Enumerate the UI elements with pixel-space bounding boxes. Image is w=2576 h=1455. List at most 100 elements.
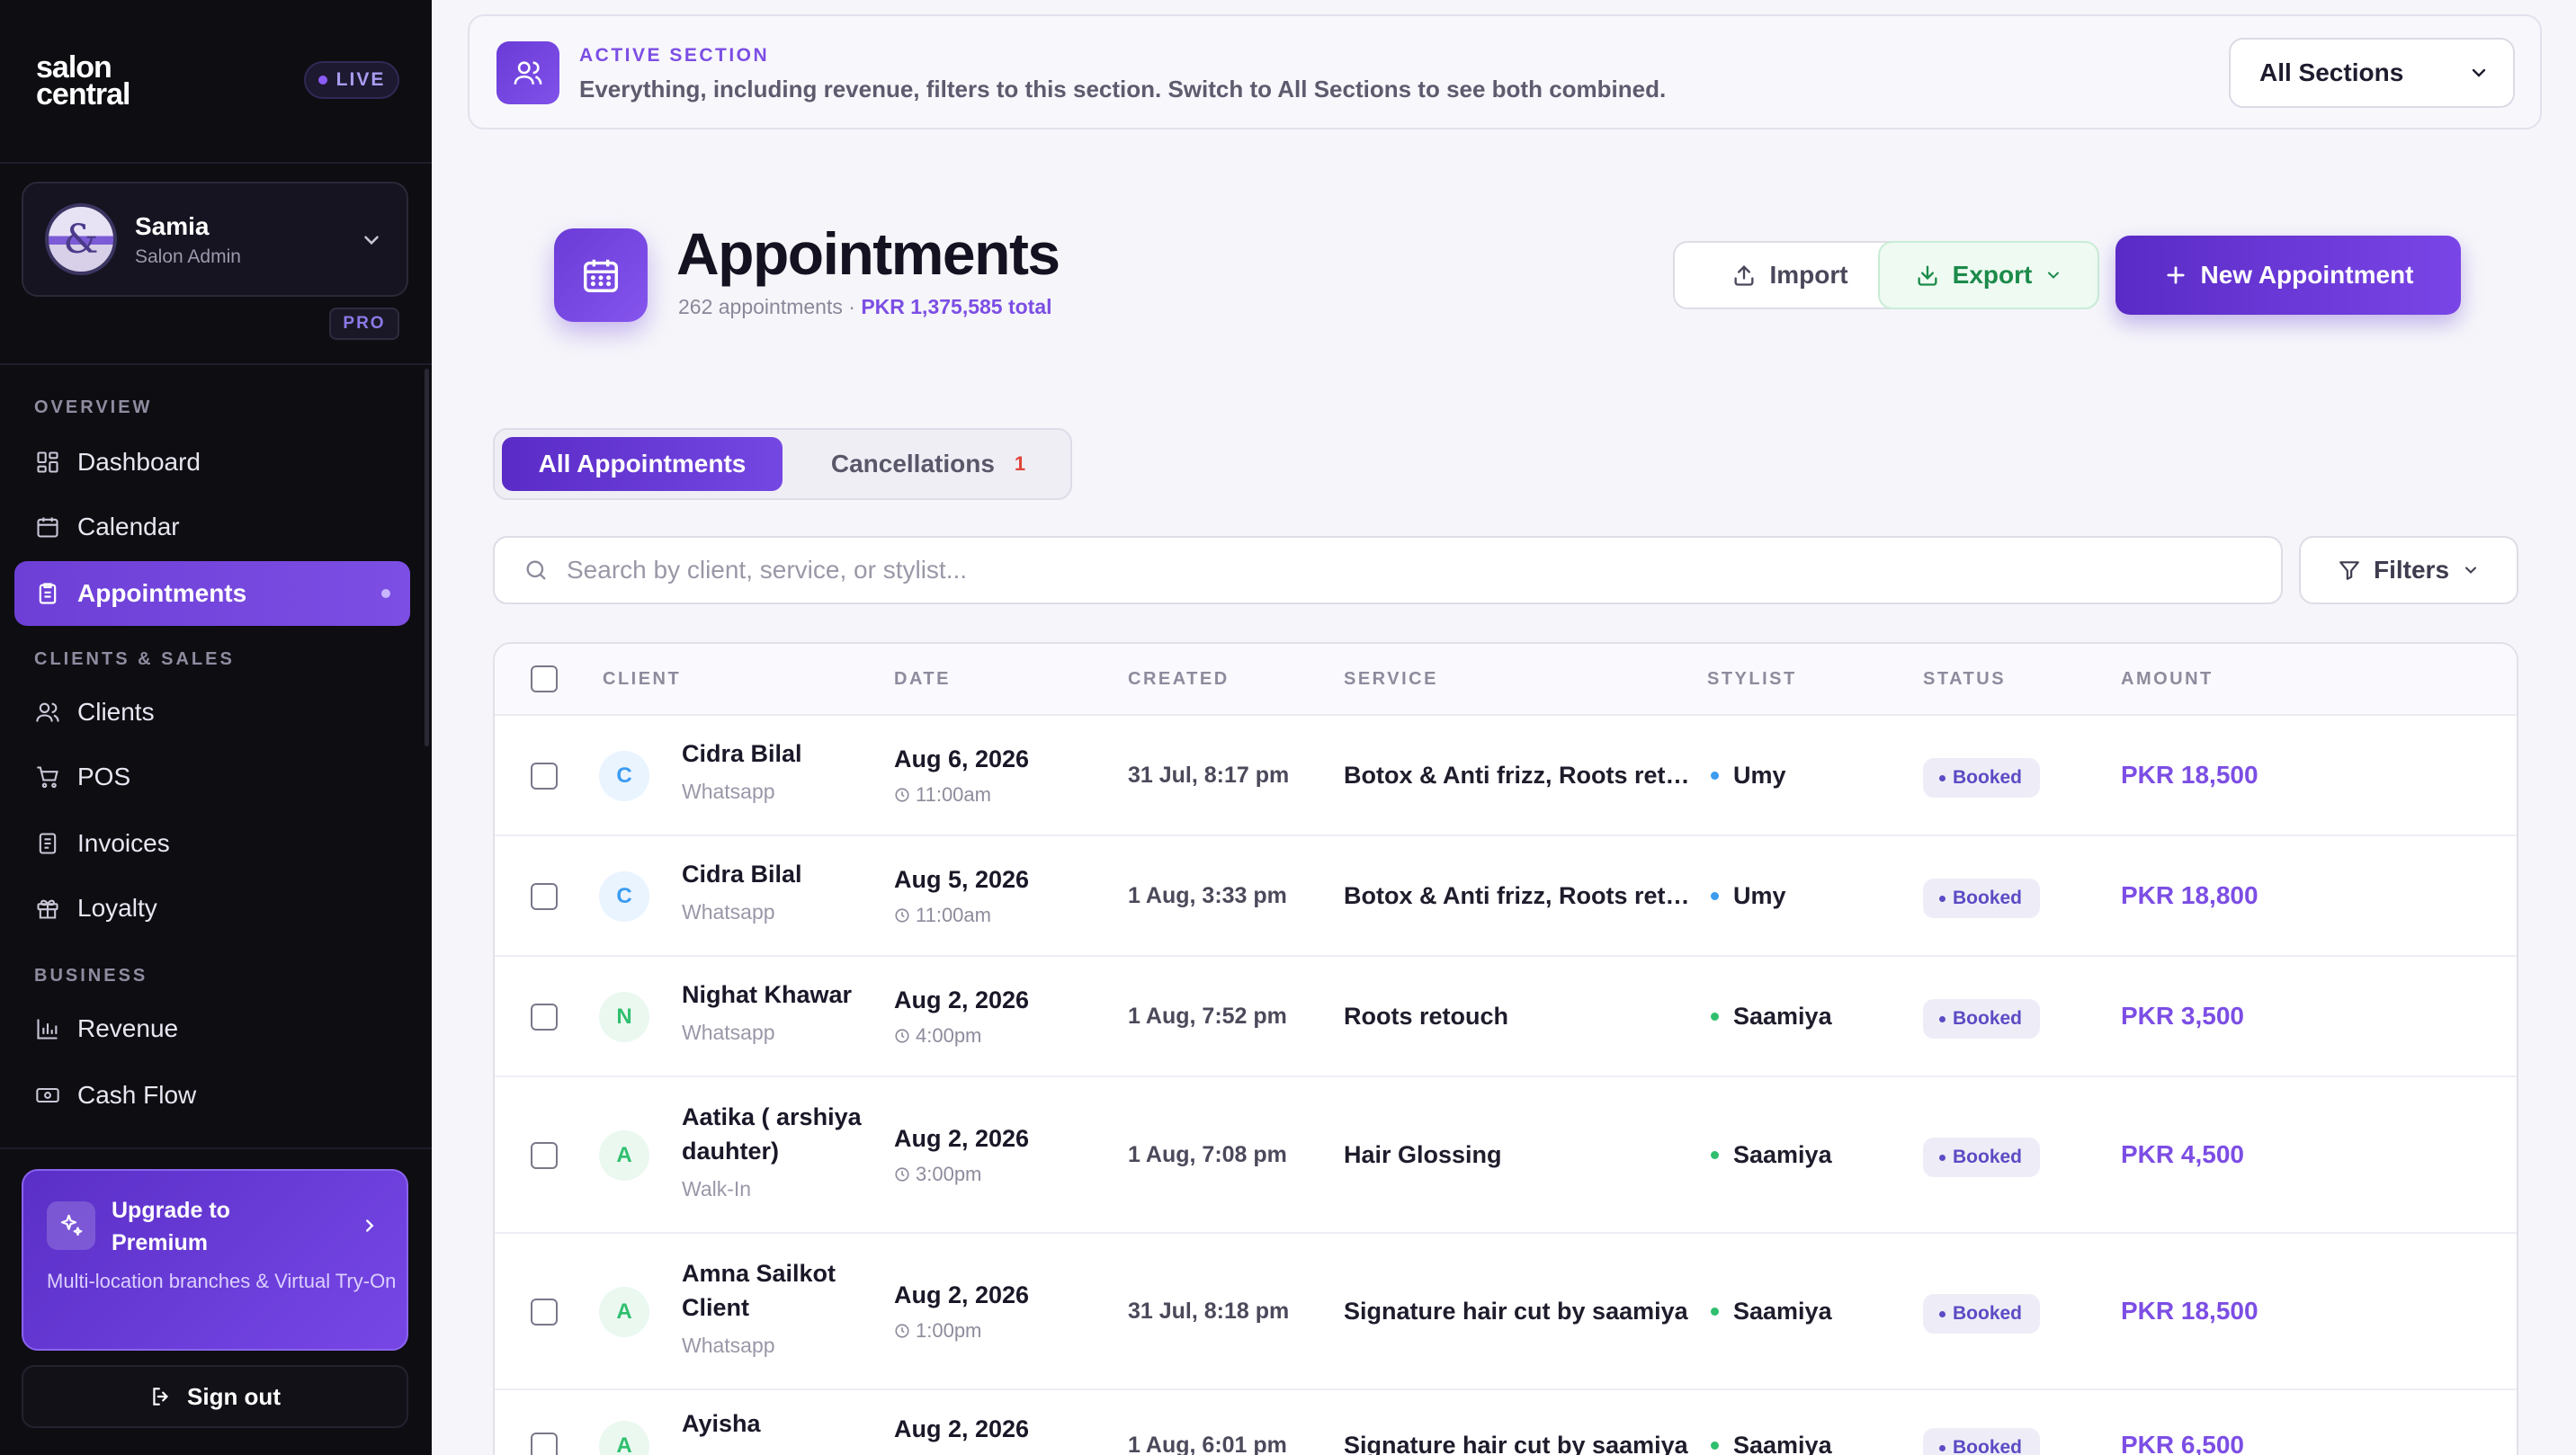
row-checkbox[interactable] bbox=[531, 1433, 558, 1455]
section-select-value: All Sections bbox=[2259, 58, 2404, 86]
subtitle-separator: · bbox=[842, 295, 862, 318]
chevron-down-icon bbox=[360, 228, 383, 252]
table-row[interactable]: C Cidra Bilal Whatsapp Aug 5, 2026 11:00am 1 … bbox=[495, 836, 2517, 957]
section-label-business: BUSINESS bbox=[34, 966, 148, 986]
upgrade-title: Upgrade to Premium bbox=[112, 1198, 230, 1255]
chevron-down-icon bbox=[2462, 561, 2480, 579]
chevron-right-icon bbox=[360, 1216, 380, 1236]
status-badge[interactable]: Booked bbox=[1923, 1428, 2041, 1455]
status-badge[interactable]: Booked bbox=[1923, 758, 2041, 798]
sidebar-item-cash-flow[interactable]: Cash Flow bbox=[14, 1063, 410, 1128]
import-button[interactable]: Import bbox=[1673, 241, 1907, 309]
created-at: 1 Aug, 7:52 pm bbox=[1128, 1004, 1287, 1029]
upgrade-card[interactable]: Upgrade to Premium Multi-location branch… bbox=[22, 1169, 408, 1351]
search-input[interactable] bbox=[567, 556, 2186, 585]
table-header: CLIENT DATE CREATED SERVICE STYLIST STAT… bbox=[495, 644, 2517, 716]
client-name[interactable]: Ayisha bbox=[682, 1406, 874, 1441]
appointment-date: Aug 2, 2026 bbox=[894, 1281, 1030, 1308]
appointment-date: Aug 2, 2026 bbox=[894, 986, 1030, 1013]
stylist-color-dot bbox=[1711, 892, 1719, 900]
grid-icon bbox=[34, 449, 61, 476]
client-name[interactable]: Aatika ( arshiya dauhter) bbox=[682, 1100, 874, 1168]
table-row[interactable]: A Aatika ( arshiya dauhter) Walk-In Aug 2, … bbox=[495, 1077, 2517, 1234]
service-name: Botox & Anti frizz, Roots retouch bbox=[1344, 882, 1704, 909]
appointment-date: Aug 2, 2026 bbox=[894, 1415, 1030, 1442]
clock-icon bbox=[894, 1166, 910, 1183]
sidebar-item-revenue[interactable]: Revenue bbox=[14, 996, 410, 1061]
sidebar-item-dashboard[interactable]: Dashboard bbox=[14, 430, 410, 495]
sidebar-item-pos[interactable]: POS bbox=[14, 745, 410, 809]
status-badge[interactable]: Booked bbox=[1923, 1138, 2041, 1177]
cash-icon bbox=[34, 1082, 61, 1109]
active-section-banner: ACTIVE SECTION Everything, including rev… bbox=[468, 14, 2542, 129]
clock-icon bbox=[894, 1323, 910, 1339]
status-dot bbox=[1939, 1015, 1945, 1022]
client-name[interactable]: Nighat Khawar bbox=[682, 977, 874, 1012]
column-header-status[interactable]: STATUS bbox=[1923, 669, 2006, 690]
client-name[interactable]: Cidra Bilal bbox=[682, 857, 874, 891]
created-at: 1 Aug, 6:01 pm bbox=[1128, 1433, 1287, 1455]
divider bbox=[0, 363, 432, 365]
column-header-amount[interactable]: AMOUNT bbox=[2121, 669, 2214, 690]
status-dot bbox=[1939, 774, 1945, 781]
sidebar-item-clients[interactable]: Clients bbox=[14, 680, 410, 745]
sidebar: salon central LIVE & Samia Salon Admin PR… bbox=[0, 0, 432, 1455]
export-button[interactable]: Export bbox=[1878, 241, 2099, 309]
sidebar-item-label: Cash Flow bbox=[77, 1081, 197, 1109]
column-header-client[interactable]: CLIENT bbox=[603, 669, 681, 690]
column-header-service[interactable]: SERVICE bbox=[1344, 669, 1438, 690]
row-checkbox[interactable] bbox=[531, 763, 558, 790]
status-badge[interactable]: Booked bbox=[1923, 879, 2041, 918]
appointment-time: 4:00pm bbox=[894, 1024, 981, 1048]
client-name[interactable]: Cidra Bilal bbox=[682, 736, 874, 771]
section-select[interactable]: All Sections bbox=[2229, 38, 2515, 108]
client-name[interactable]: Amna Sailkot Client bbox=[682, 1256, 874, 1325]
chevron-down-icon bbox=[2468, 62, 2490, 84]
upgrade-description: Multi-location branches & Virtual Try-On bbox=[47, 1270, 397, 1292]
row-checkbox[interactable] bbox=[531, 883, 558, 910]
table-row[interactable]: N Nighat Khawar Whatsapp Aug 2, 2026 4:00pm 1… bbox=[495, 957, 2517, 1077]
status-dot bbox=[1939, 895, 1945, 902]
search-bar bbox=[493, 536, 2283, 604]
stylist: Umy bbox=[1711, 882, 1786, 910]
row-checkbox[interactable] bbox=[531, 1004, 558, 1031]
main-content: ACTIVE SECTION Everything, including rev… bbox=[432, 0, 2576, 1455]
column-header-date[interactable]: DATE bbox=[894, 669, 951, 690]
column-header-created[interactable]: CREATED bbox=[1128, 669, 1230, 690]
user-menu[interactable]: & Samia Salon Admin bbox=[22, 182, 408, 297]
sidebar-item-label: Invoices bbox=[77, 829, 170, 857]
tab-all-appointments[interactable]: All Appointments bbox=[502, 437, 783, 491]
table-row[interactable]: A Amna Sailkot Client Whatsapp Aug 2, 2026 1… bbox=[495, 1234, 2517, 1390]
cart-icon bbox=[34, 763, 61, 790]
table-row[interactable]: A Ayisha Aug 2, 2026 1 Aug, 6:01 pm Signatur… bbox=[495, 1390, 2517, 1455]
appointment-date: Aug 6, 2026 bbox=[894, 745, 1030, 772]
filters-button[interactable]: Filters bbox=[2299, 536, 2518, 604]
column-header-stylist[interactable]: STYLIST bbox=[1707, 669, 1797, 690]
table-row[interactable]: C Cidra Bilal Whatsapp Aug 6, 2026 11:00am 31… bbox=[495, 716, 2517, 836]
row-checkbox[interactable] bbox=[531, 1142, 558, 1169]
avatar: & bbox=[45, 203, 117, 275]
select-all-checkbox[interactable] bbox=[531, 665, 558, 692]
user-role: Salon Admin bbox=[135, 246, 241, 267]
client-source: Walk-In bbox=[682, 1177, 752, 1201]
service-name: Roots retouch bbox=[1344, 1003, 1509, 1030]
sign-out-button[interactable]: Sign out bbox=[22, 1365, 408, 1428]
filter-icon bbox=[2338, 558, 2361, 582]
row-checkbox[interactable] bbox=[531, 1299, 558, 1326]
new-appointment-button[interactable]: New Appointment bbox=[2115, 236, 2461, 315]
created-at: 31 Jul, 8:17 pm bbox=[1128, 763, 1290, 788]
sidebar-scrollbar[interactable] bbox=[425, 369, 429, 746]
stylist-name: Saamiya bbox=[1733, 1003, 1832, 1030]
divider bbox=[0, 1147, 432, 1149]
sidebar-item-appointments[interactable]: Appointments bbox=[14, 561, 410, 626]
brand-logo[interactable]: salon central bbox=[36, 52, 130, 110]
appointment-time: 11:00am bbox=[894, 904, 991, 927]
status-badge[interactable]: Booked bbox=[1923, 1294, 2041, 1334]
client-avatar: A bbox=[599, 1421, 649, 1455]
sidebar-item-invoices[interactable]: Invoices bbox=[14, 811, 410, 876]
stylist-name: Saamiya bbox=[1733, 1298, 1832, 1325]
sidebar-item-calendar[interactable]: Calendar bbox=[14, 495, 410, 559]
status-badge[interactable]: Booked bbox=[1923, 999, 2041, 1039]
sidebar-item-loyalty[interactable]: Loyalty bbox=[14, 876, 410, 941]
tab-cancellations[interactable]: Cancellations 1 bbox=[793, 437, 1063, 491]
